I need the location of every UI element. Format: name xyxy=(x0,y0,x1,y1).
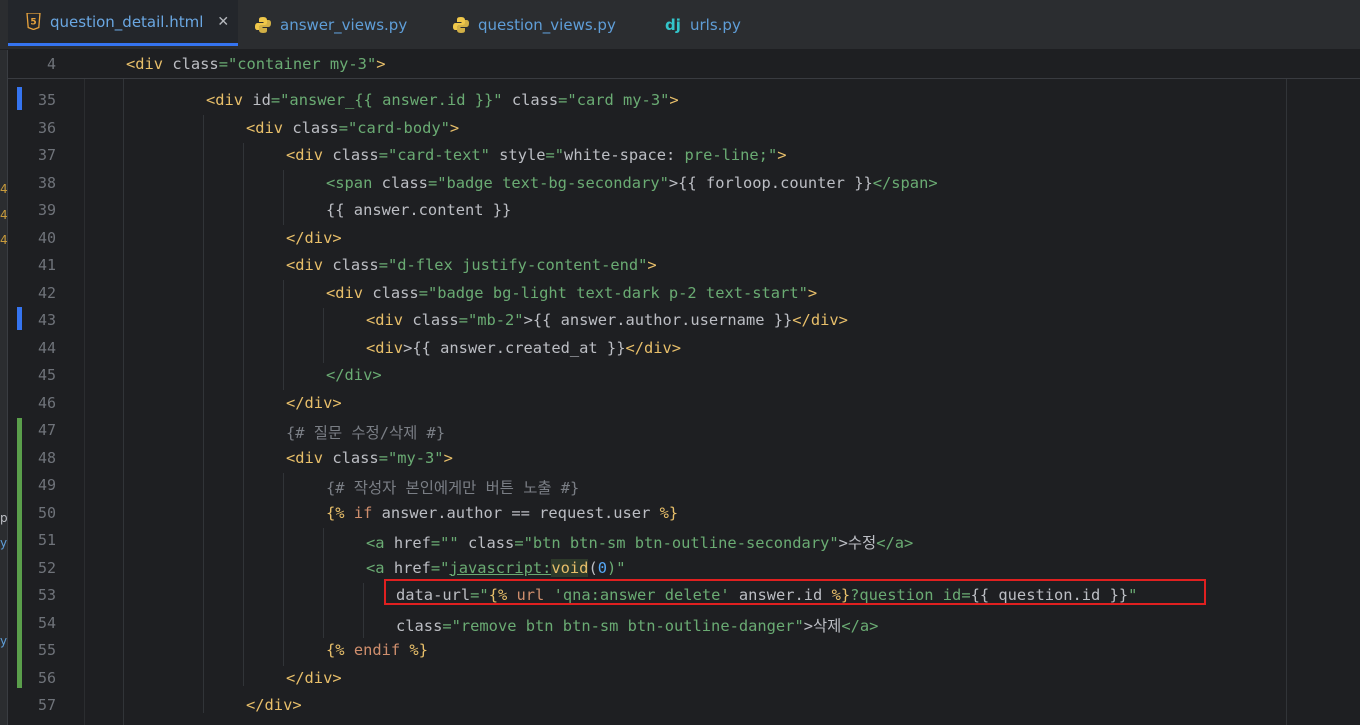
code-line: </div> xyxy=(286,668,342,687)
code-row[interactable]: 50 {% if answer.author == request.user %… xyxy=(8,500,1360,528)
line-number: 48 xyxy=(37,448,56,467)
edge-mark: 4 xyxy=(0,233,8,247)
code-line: {{ answer.content }} xyxy=(326,201,512,219)
line-number: 41 xyxy=(37,256,56,274)
line-number: 51 xyxy=(37,531,56,549)
html5-icon: 5 xyxy=(26,12,41,31)
line-number: 45 xyxy=(37,366,56,384)
edge-mark: y xyxy=(0,634,8,648)
highlight-box xyxy=(384,579,1206,605)
code-row[interactable]: 47 {# 질문 수정/삭제 #} xyxy=(8,417,1360,445)
code-line: <a href="" class="btn btn-sm btn-outline… xyxy=(366,534,914,552)
line-number: 57 xyxy=(37,696,56,714)
tab-label: question_detail.html xyxy=(50,12,204,31)
side-panel-edge xyxy=(0,50,8,725)
tab-label: urls.py xyxy=(690,15,741,34)
code-line: </div> xyxy=(286,228,342,247)
code-line: <div>{{ answer.created_at }}</div> xyxy=(366,338,682,357)
tab-question-detail-html[interactable]: 5 question_detail.html ✕ xyxy=(8,0,238,46)
code-line: <div id="answer_{{ answer.id }}" class="… xyxy=(206,91,679,109)
code-line: </div> xyxy=(286,393,342,412)
code-line: {# 질문 수정/삭제 #} xyxy=(286,424,446,442)
line-number: 35 xyxy=(37,91,56,109)
code-line: <div class="card-text" style="white-spac… xyxy=(286,146,787,164)
code-line: <div class="card-body"> xyxy=(246,118,460,137)
code-row[interactable]: 40 </div> xyxy=(8,225,1360,253)
line-number: 44 xyxy=(37,338,56,357)
code-line: </div> xyxy=(326,366,382,384)
line-number: 50 xyxy=(37,503,56,522)
line-number: 55 xyxy=(37,641,56,659)
code-editor[interactable]: 4 <div class="container my-3"> 35 <div i… xyxy=(8,50,1360,725)
edge-mark: 4 xyxy=(0,208,8,222)
code-row[interactable]: 36 <div class="card-body"> xyxy=(8,115,1360,143)
line-number: 49 xyxy=(37,476,56,494)
code-row[interactable]: 37 <div class="card-text" style="white-s… xyxy=(8,142,1360,170)
code-row[interactable]: 54 class="remove btn btn-sm btn-outline-… xyxy=(8,610,1360,638)
code-line: {% endif %} xyxy=(326,641,428,659)
code-row[interactable]: 41 <div class="d-flex justify-content-en… xyxy=(8,252,1360,280)
code-line: <span class="badge text-bg-secondary">{{… xyxy=(326,173,938,192)
django-icon: dj xyxy=(665,15,681,34)
edge-mark: p xyxy=(0,511,8,525)
line-number: 4 xyxy=(46,55,56,73)
tab-answer-views-py[interactable]: answer_views.py xyxy=(254,0,407,49)
line-number: 40 xyxy=(37,228,56,247)
code-row[interactable]: 52 <a href="javascript:void(0)" xyxy=(8,555,1360,583)
tab-question-views-py[interactable]: question_views.py xyxy=(452,0,616,49)
code-line: <div class="badge bg-light text-dark p-2… xyxy=(326,283,818,302)
code-row[interactable]: 42 <div class="badge bg-light text-dark … xyxy=(8,280,1360,308)
line-number: 38 xyxy=(37,173,56,192)
code-row[interactable]: 48 <div class="my-3"> xyxy=(8,445,1360,473)
edge-mark: y xyxy=(0,536,8,550)
close-icon[interactable]: ✕ xyxy=(217,14,229,30)
code-row[interactable]: 57 </div> xyxy=(8,692,1360,720)
code-line: class="remove btn btn-sm btn-outline-dan… xyxy=(396,616,879,635)
code-line: </div> xyxy=(246,696,302,714)
line-number: 43 xyxy=(37,311,56,329)
tab-urls-py[interactable]: dj urls.py xyxy=(664,0,741,49)
code-row[interactable]: 55 {% endif %} xyxy=(8,637,1360,665)
python-icon xyxy=(254,16,272,34)
line-number: 37 xyxy=(37,146,56,164)
code-row[interactable]: 35 <div id="answer_{{ answer.id }}" clas… xyxy=(8,87,1360,115)
code-line: <div class="mb-2">{{ answer.author.usern… xyxy=(366,311,848,329)
code-row[interactable]: 45 </div> xyxy=(8,362,1360,390)
code-row[interactable]: 39 {{ answer.content }} xyxy=(8,197,1360,225)
code-line: {% if answer.author == request.user %} xyxy=(326,503,679,522)
line-number: 53 xyxy=(37,586,56,604)
line-number: 52 xyxy=(37,558,56,577)
line-number: 54 xyxy=(37,613,56,632)
code-line: <div class="container my-3"> xyxy=(126,55,386,73)
tab-label: answer_views.py xyxy=(280,15,408,34)
line-number: 56 xyxy=(37,668,56,687)
code-row[interactable]: 56 </div> xyxy=(8,665,1360,693)
code-row[interactable]: 43 <div class="mb-2">{{ answer.author.us… xyxy=(8,307,1360,335)
python-icon xyxy=(452,16,470,34)
code-line: <a href="javascript:void(0)" xyxy=(366,558,626,577)
line-number: 47 xyxy=(37,421,56,439)
code-row[interactable]: 38 <span class="badge text-bg-secondary"… xyxy=(8,170,1360,198)
tab-label: question_views.py xyxy=(478,15,616,34)
code-line: <div class="my-3"> xyxy=(286,448,453,467)
code-row[interactable]: 51 <a href="" class="btn btn-sm btn-outl… xyxy=(8,527,1360,555)
sticky-scroll-header[interactable]: 4 <div class="container my-3"> xyxy=(8,50,1360,79)
code-row[interactable]: 44 <div>{{ answer.created_at }}</div> xyxy=(8,335,1360,363)
line-number: 42 xyxy=(37,283,56,302)
code-row[interactable]: 49 {# 작성자 본인에게만 버튼 노출 #} xyxy=(8,472,1360,500)
editor-tab-bar: 5 question_detail.html ✕ answer_views.py… xyxy=(0,0,1360,50)
line-number: 39 xyxy=(37,201,56,219)
code-line: <div class="d-flex justify-content-end"> xyxy=(286,256,657,274)
line-number: 46 xyxy=(37,393,56,412)
line-number: 36 xyxy=(37,118,56,137)
svg-text:5: 5 xyxy=(30,18,36,28)
code-line: {# 작성자 본인에게만 버튼 노출 #} xyxy=(326,479,580,497)
code-row[interactable]: 46 </div> xyxy=(8,390,1360,418)
edge-mark: 4 xyxy=(0,182,8,196)
